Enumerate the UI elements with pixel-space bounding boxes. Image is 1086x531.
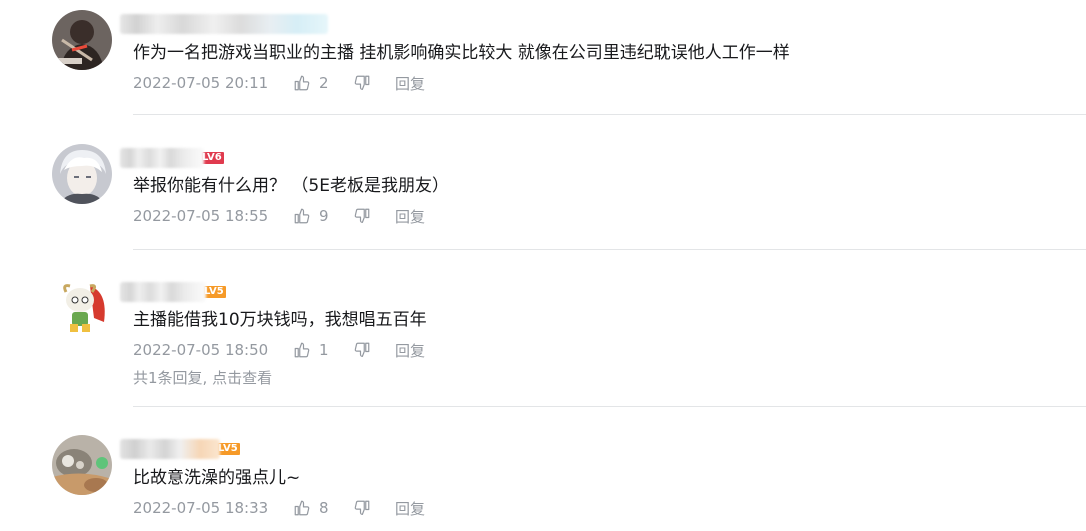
- divider: [133, 406, 1086, 407]
- username-row: [120, 13, 328, 35]
- comment-meta: 2022-07-05 20:11 2 回复: [133, 73, 425, 93]
- comment-meta: 2022-07-05 18:55 9 回复: [133, 206, 425, 226]
- thumbs-up-icon: [294, 500, 310, 516]
- like-count: 1: [319, 341, 329, 359]
- comment-text: 比故意洗澡的强点儿~: [133, 468, 301, 488]
- username[interactable]: [120, 439, 220, 459]
- thumbs-up-icon: [294, 342, 310, 358]
- like-button[interactable]: 8: [293, 499, 353, 517]
- thumbs-down-icon: [354, 75, 370, 90]
- avatar[interactable]: [52, 435, 112, 495]
- timestamp: 2022-07-05 18:55: [133, 207, 269, 225]
- username-row: LV6: [120, 147, 224, 169]
- like-count: 2: [319, 74, 329, 92]
- avatar[interactable]: [52, 278, 112, 338]
- username[interactable]: [120, 282, 206, 302]
- dislike-button[interactable]: [353, 341, 395, 359]
- goat-hero-avatar: [52, 278, 112, 338]
- divider: [133, 249, 1086, 250]
- dark-warrior-avatar: [52, 10, 112, 70]
- comment-text: 作为一名把游戏当职业的主播 挂机影响确实比较大 就像在公司里违纪耽误他人工作一样: [133, 43, 790, 63]
- comment-list: 作为一名把游戏当职业的主播 挂机影响确实比较大 就像在公司里违纪耽误他人工作一样…: [0, 0, 1086, 531]
- comment-text: 举报你能有什么用？ （5E老板是我朋友）: [133, 176, 449, 196]
- like-button[interactable]: 1: [293, 341, 353, 359]
- like-count: 9: [319, 207, 329, 225]
- avatar[interactable]: [52, 144, 112, 204]
- avatar[interactable]: [52, 10, 112, 70]
- dislike-button[interactable]: [353, 74, 395, 92]
- like-button[interactable]: 9: [293, 207, 353, 225]
- dislike-button[interactable]: [353, 499, 395, 517]
- thumbs-up-icon: [294, 75, 310, 91]
- divider: [133, 114, 1086, 115]
- comment-meta: 2022-07-05 18:50 1 回复: [133, 340, 425, 360]
- view-replies-link[interactable]: 共1条回复, 点击查看: [133, 367, 272, 388]
- reply-button[interactable]: 回复: [395, 340, 425, 361]
- reply-button[interactable]: 回复: [395, 73, 425, 94]
- thumbs-down-icon: [354, 500, 370, 515]
- pet-photo-avatar: [52, 435, 112, 495]
- thumbs-up-icon: [294, 208, 310, 224]
- timestamp: 2022-07-05 18:50: [133, 341, 269, 359]
- thumbs-down-icon: [354, 342, 370, 357]
- dislike-button[interactable]: [353, 207, 395, 225]
- username-row: LV5: [120, 281, 226, 303]
- timestamp: 2022-07-05 18:33: [133, 499, 269, 517]
- comment-text: 主播能借我10万块钱吗，我想唱五百年: [133, 310, 427, 330]
- like-count: 8: [319, 499, 329, 517]
- comment-meta: 2022-07-05 18:33 8 回复: [133, 498, 425, 518]
- timestamp: 2022-07-05 20:11: [133, 74, 269, 92]
- reply-button[interactable]: 回复: [395, 206, 425, 227]
- like-button[interactable]: 2: [293, 74, 353, 92]
- white-hair-anime-avatar: [52, 144, 112, 204]
- username[interactable]: [120, 14, 328, 34]
- username-row: LV5: [120, 438, 240, 460]
- username[interactable]: [120, 148, 204, 168]
- thumbs-down-icon: [354, 208, 370, 223]
- reply-button[interactable]: 回复: [395, 498, 425, 519]
